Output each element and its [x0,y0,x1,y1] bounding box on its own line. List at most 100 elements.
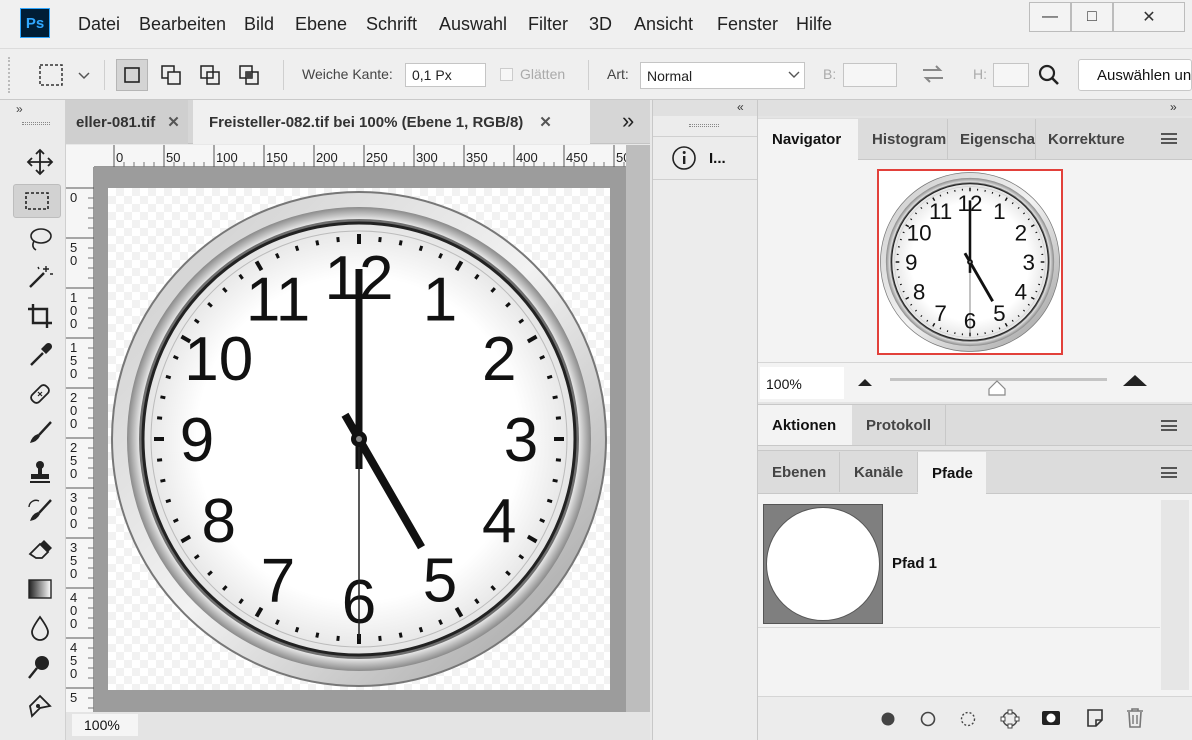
expand-dock-icon[interactable]: » [1170,100,1177,114]
tab-korrekturen[interactable]: Korrekture [1036,119,1128,159]
eyedropper-tool-icon[interactable] [16,338,64,372]
zoom-in-icon[interactable] [1121,373,1149,387]
feather-input[interactable]: 0,1 Px [405,63,486,87]
intersect-selection-icon[interactable] [233,59,265,91]
rect-marquee-preset-icon[interactable] [36,61,92,94]
navigator-view-frame[interactable]: 12 1 2 3 4 5 6 7 8 9 10 11 [877,169,1063,355]
info-panel-button[interactable]: I... [653,136,757,180]
eraser-tool-icon[interactable] [16,533,64,567]
tools-panel: » [0,100,66,740]
grip-handle[interactable] [8,57,12,93]
make-path-icon[interactable] [998,707,1022,731]
ruler-label: 0 [70,516,77,531]
close-tab-icon[interactable]: ✕ [539,113,552,131]
magic-wand-tool-icon[interactable] [16,260,64,294]
menu-filter[interactable]: Filter [528,14,568,35]
clock-tick [294,245,300,252]
zoom-slider-handle[interactable] [987,379,1007,397]
menu-hilfe[interactable]: Hilfe [796,14,832,35]
clock-tick [539,355,546,360]
tab-aktionen[interactable]: Aktionen [758,405,852,445]
menu-datei[interactable]: Datei [78,14,120,35]
dodge-tool-icon[interactable] [16,650,64,684]
fill-path-icon[interactable] [878,709,898,729]
new-path-icon[interactable] [1084,707,1106,729]
tab-kanaele[interactable]: Kanäle [840,452,918,492]
menu-schrift[interactable]: Schrift [366,14,417,35]
menu-ebene[interactable]: Ebene [295,14,347,35]
ruler-label: 0 [70,253,77,268]
crop-tool-icon[interactable] [16,299,64,333]
navigator-zoom-bar: 100% [758,362,1192,402]
close-window-button[interactable]: ✕ [1113,2,1185,32]
tab-protokoll[interactable]: Protokoll [852,405,946,445]
tab-freisteller-081[interactable]: eller-081.tif ✕ [66,100,188,144]
clock-tick [294,626,300,633]
history-brush-tool-icon[interactable] [16,494,64,528]
select-and-mask-button[interactable]: Auswählen un [1078,59,1192,91]
height-input[interactable] [993,63,1029,87]
delete-path-icon[interactable] [1124,706,1146,730]
zoom-out-icon[interactable] [856,377,874,387]
stroke-path-icon[interactable] [918,709,938,729]
add-mask-icon[interactable] [1040,707,1062,729]
tab-overflow-icon[interactable]: » [622,108,634,134]
antialias-checkbox[interactable] [500,68,513,81]
antialias-label: Glätten [520,66,566,82]
right-panel-dock: » Navigator Histogram Eigenschaf Korrekt… [758,100,1192,740]
menu-ansicht[interactable]: Ansicht [634,14,693,35]
clock-tick [555,458,562,462]
tab-pfade[interactable]: Pfade [918,452,986,494]
collapse-dock-icon[interactable]: « [737,100,744,114]
panel-menu-icon[interactable] [1161,133,1177,144]
ruler-label: 0 [70,366,77,381]
tab-freisteller-082[interactable]: Freisteller-082.tif bei 100% (Ebene 1, R… [193,100,590,144]
add-selection-icon[interactable] [155,59,187,91]
search-icon[interactable] [1036,62,1062,93]
clock-tick [398,240,403,246]
navigator-zoom-input[interactable]: 100% [760,367,844,399]
marquee-tool-icon[interactable] [13,184,61,218]
gradient-tool-icon[interactable] [16,572,64,606]
tab-histogramm[interactable]: Histogram [858,119,948,159]
healing-brush-tool-icon[interactable] [16,377,64,411]
new-selection-icon[interactable] [116,59,148,91]
clock-tick [156,416,163,420]
zoom-level[interactable]: 100% [72,714,138,736]
panel-menu-icon[interactable] [1161,467,1177,478]
clock-tick [378,635,382,642]
pen-tool-icon[interactable] [16,689,64,723]
layers-panel-tabs: Ebenen Kanäle Pfade [758,450,1192,494]
minimize-button[interactable]: — [1029,2,1071,32]
clock-numeral: 9 [180,406,214,475]
move-tool-icon[interactable] [16,145,64,179]
menu-bild[interactable]: Bild [244,14,274,35]
clock-tick [275,252,280,259]
width-input[interactable] [843,63,897,87]
dock-grip[interactable] [689,124,719,127]
list-item[interactable]: Pfad 1 [758,500,1160,628]
document-canvas[interactable]: 12 1 2 3 4 5 6 7 8 9 10 11 [108,188,610,690]
ruler-label: 0 [70,616,77,631]
menu-auswahl[interactable]: Auswahl [439,14,507,35]
blur-tool-icon[interactable] [16,611,64,645]
lasso-tool-icon[interactable] [16,222,64,256]
close-tab-icon[interactable]: ✕ [167,113,180,131]
collapse-toolbar-icon[interactable]: » [16,102,23,116]
menu-3d[interactable]: 3D [589,14,612,35]
brush-tool-icon[interactable] [16,416,64,450]
style-select[interactable]: Normal [640,62,805,89]
tab-navigator[interactable]: Navigator [758,119,858,160]
toolbar-grip[interactable] [22,122,50,125]
tab-eigenschaften[interactable]: Eigenschaf [948,119,1036,159]
menu-bearbeiten[interactable]: Bearbeiten [139,14,226,35]
load-as-selection-icon[interactable] [958,709,978,729]
stamp-tool-icon[interactable] [16,455,64,489]
panel-menu-icon[interactable] [1161,420,1177,431]
tab-ebenen[interactable]: Ebenen [758,452,840,492]
maximize-button[interactable]: □ [1071,2,1113,32]
scrollbar[interactable] [1161,500,1189,690]
swap-icon[interactable] [920,63,946,90]
subtract-selection-icon[interactable] [194,59,226,91]
menu-fenster[interactable]: Fenster [717,14,778,35]
